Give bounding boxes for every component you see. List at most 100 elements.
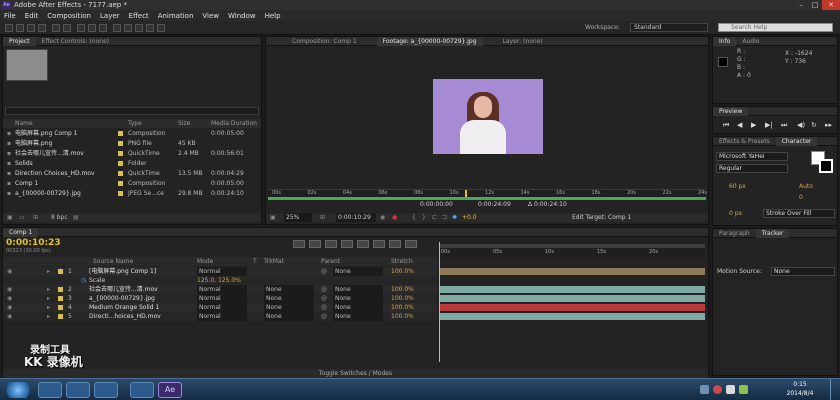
ripple-insert-icon[interactable]: ⊏: [432, 213, 437, 222]
pickwhip-icon[interactable]: @: [321, 285, 327, 294]
layer-mode-select[interactable]: Normal: [197, 294, 247, 303]
draft-3d-icon[interactable]: [325, 240, 337, 248]
tray-battery-icon[interactable]: [739, 385, 748, 394]
layer-duration-bar[interactable]: [439, 295, 705, 302]
twirl-arrow-icon[interactable]: ▸: [47, 285, 50, 294]
project-item[interactable]: ▪ Solids Folder: [3, 159, 261, 168]
pickwhip-icon[interactable]: @: [321, 294, 327, 303]
visibility-eye-icon[interactable]: ◉: [7, 312, 12, 321]
new-comp-icon[interactable]: ⊞: [33, 213, 38, 222]
tab-footage[interactable]: Footage: a_{00000-00729}.jpg: [376, 36, 483, 46]
project-item[interactable]: ▪ Comp 1 Composition 0:00:05:00: [3, 179, 261, 188]
overlay-edit-icon[interactable]: ⊐: [442, 213, 447, 222]
time-current[interactable]: 0:00:00:00: [420, 200, 453, 209]
menu-layer[interactable]: Layer: [100, 12, 120, 20]
pen-tool-icon[interactable]: [88, 24, 96, 32]
visibility-eye-icon[interactable]: ◉: [7, 285, 12, 294]
comp-mini-flowchart-icon[interactable]: [293, 240, 305, 248]
project-item[interactable]: ▪ 电脑屏幕.png PNG file 45 KB: [3, 139, 261, 148]
prev-frame-icon[interactable]: ◀: [737, 121, 742, 130]
timeline-layer-row[interactable]: ◉ ▸ 4 Medium Orange Solid 1 Normal None @ None 1…: [3, 303, 437, 312]
font-style-select[interactable]: Regular: [716, 164, 788, 173]
tab-paragraph[interactable]: Paragraph: [713, 230, 756, 237]
label-color-swatch[interactable]: [118, 169, 125, 178]
menu-window[interactable]: Window: [228, 12, 256, 20]
ie-taskbar-icon[interactable]: [38, 382, 62, 398]
layer-parent-select[interactable]: None: [333, 312, 383, 321]
col-parent[interactable]: Parent: [321, 257, 340, 266]
layer-duration-bar[interactable]: [439, 286, 705, 293]
label-color-swatch[interactable]: [58, 267, 65, 276]
property-value[interactable]: 125.0, 125.0%: [197, 276, 241, 285]
project-item[interactable]: ▪ Direction Choices_HD.mov QuickTime 13.5 M…: [3, 169, 261, 178]
col-stretch[interactable]: Stretch: [391, 257, 413, 266]
zoom-tool-icon[interactable]: [27, 24, 35, 32]
explorer-taskbar-icon[interactable]: [66, 382, 90, 398]
project-item[interactable]: ▪ 电脑屏幕.png Comp 1 Composition 0:00:05:00: [3, 129, 261, 138]
layer-duration-bar[interactable]: [439, 268, 705, 275]
timeline-layer-row[interactable]: ◉ ▸ 2 社会去哪儿宣传...清.mov Normal None @ None 100.0%: [3, 285, 437, 294]
ram-preview-icon[interactable]: ▸▸: [825, 121, 832, 130]
timeline-layer-row[interactable]: ◉ ▸ 5 Directi...hoices_HD.mov Normal None @ Non…: [3, 312, 437, 321]
menu-file[interactable]: File: [4, 12, 16, 20]
eraser-tool-icon[interactable]: [135, 24, 143, 32]
visibility-eye-icon[interactable]: ◉: [7, 303, 12, 312]
layer-stretch[interactable]: 100.0%: [391, 294, 414, 303]
layer-duration-bar[interactable]: [439, 304, 705, 311]
layer-stretch[interactable]: 100.0%: [391, 285, 414, 294]
clone-tool-icon[interactable]: [124, 24, 132, 32]
timeline-layer-row[interactable]: ◉ ▸ 3 a_{00000-00729}.jpg Normal None @ None 100…: [3, 294, 437, 303]
search-help-input[interactable]: Search Help: [718, 23, 833, 32]
timeline-ruler[interactable]: 00s 05s 10s 15s 20s: [439, 242, 705, 258]
tab-tracker[interactable]: Tracker: [755, 228, 790, 238]
current-timecode[interactable]: 0:00:10:29: [336, 213, 376, 222]
timeline-timecode[interactable]: 0:00:10:23: [6, 238, 61, 248]
last-frame-icon[interactable]: ⏭: [781, 121, 787, 130]
trash-icon[interactable]: ▤: [73, 213, 79, 222]
camera-tool-icon[interactable]: [52, 24, 60, 32]
mute-audio-icon[interactable]: ◀): [797, 121, 805, 130]
safe-zones-icon[interactable]: ⊞: [320, 213, 325, 222]
play-icon[interactable]: ▶: [751, 121, 756, 130]
viewer-time-ruler[interactable]: 00s 02s 04s 06s 08s 10s 12s 14s 16s 18s 20s 22s 24s: [268, 189, 707, 200]
timeline-layer-row[interactable]: ◉ ▸ 1 [电脑屏幕.png Comp 1] Normal @ None 100.0%: [3, 267, 437, 276]
clock-time[interactable]: 0:15: [780, 381, 820, 388]
pan-behind-tool-icon[interactable]: [63, 24, 71, 32]
layer-name[interactable]: 社会去哪儿宣传...清.mov: [89, 285, 158, 294]
pickwhip-icon[interactable]: @: [321, 303, 327, 312]
col-t[interactable]: T: [253, 257, 257, 266]
twirl-arrow-icon[interactable]: ▸: [47, 294, 50, 303]
layer-duration-bar[interactable]: [439, 313, 705, 320]
col-source-name[interactable]: Source Name: [93, 257, 133, 266]
label-color-swatch[interactable]: [118, 139, 125, 148]
roto-brush-tool-icon[interactable]: [146, 24, 154, 32]
twirl-arrow-icon[interactable]: ▸: [47, 267, 50, 276]
label-color-swatch[interactable]: [118, 149, 125, 158]
timeline-playhead[interactable]: [439, 242, 440, 362]
leading-value[interactable]: Auto: [799, 182, 837, 191]
tab-preview[interactable]: Preview: [713, 106, 749, 116]
puppet-tool-icon[interactable]: [157, 24, 165, 32]
rectangle-tool-icon[interactable]: [77, 24, 85, 32]
text-tool-icon[interactable]: [99, 24, 107, 32]
project-search-input[interactable]: [5, 107, 259, 115]
minimize-button[interactable]: –: [794, 0, 808, 10]
layer-parent-select[interactable]: None: [333, 267, 383, 276]
rotate-tool-icon[interactable]: [38, 24, 46, 32]
project-item[interactable]: ▪ 社会去哪儿宣传...清.mov QuickTime 2.4 MB 0:00:56:0…: [3, 149, 261, 158]
layer-stretch[interactable]: 100.0%: [391, 312, 414, 321]
label-color-swatch[interactable]: [58, 285, 65, 294]
stroke-type-select[interactable]: Stroke Over Fill: [763, 209, 835, 218]
brainstorm-icon[interactable]: [389, 240, 401, 248]
label-color-swatch[interactable]: [118, 179, 125, 188]
col-media-duration[interactable]: Media Duration: [211, 119, 257, 128]
frame-blending-icon[interactable]: [357, 240, 369, 248]
zoom-select[interactable]: 25%: [284, 213, 312, 222]
loop-icon[interactable]: ↻: [811, 121, 817, 130]
work-area-bar[interactable]: [439, 244, 705, 248]
label-color-swatch[interactable]: [58, 303, 65, 312]
col-size[interactable]: Size: [178, 119, 190, 128]
motion-blur-icon[interactable]: [373, 240, 385, 248]
tab-composition[interactable]: Composition: Comp 1: [286, 38, 363, 45]
pickwhip-icon[interactable]: @: [321, 312, 327, 321]
